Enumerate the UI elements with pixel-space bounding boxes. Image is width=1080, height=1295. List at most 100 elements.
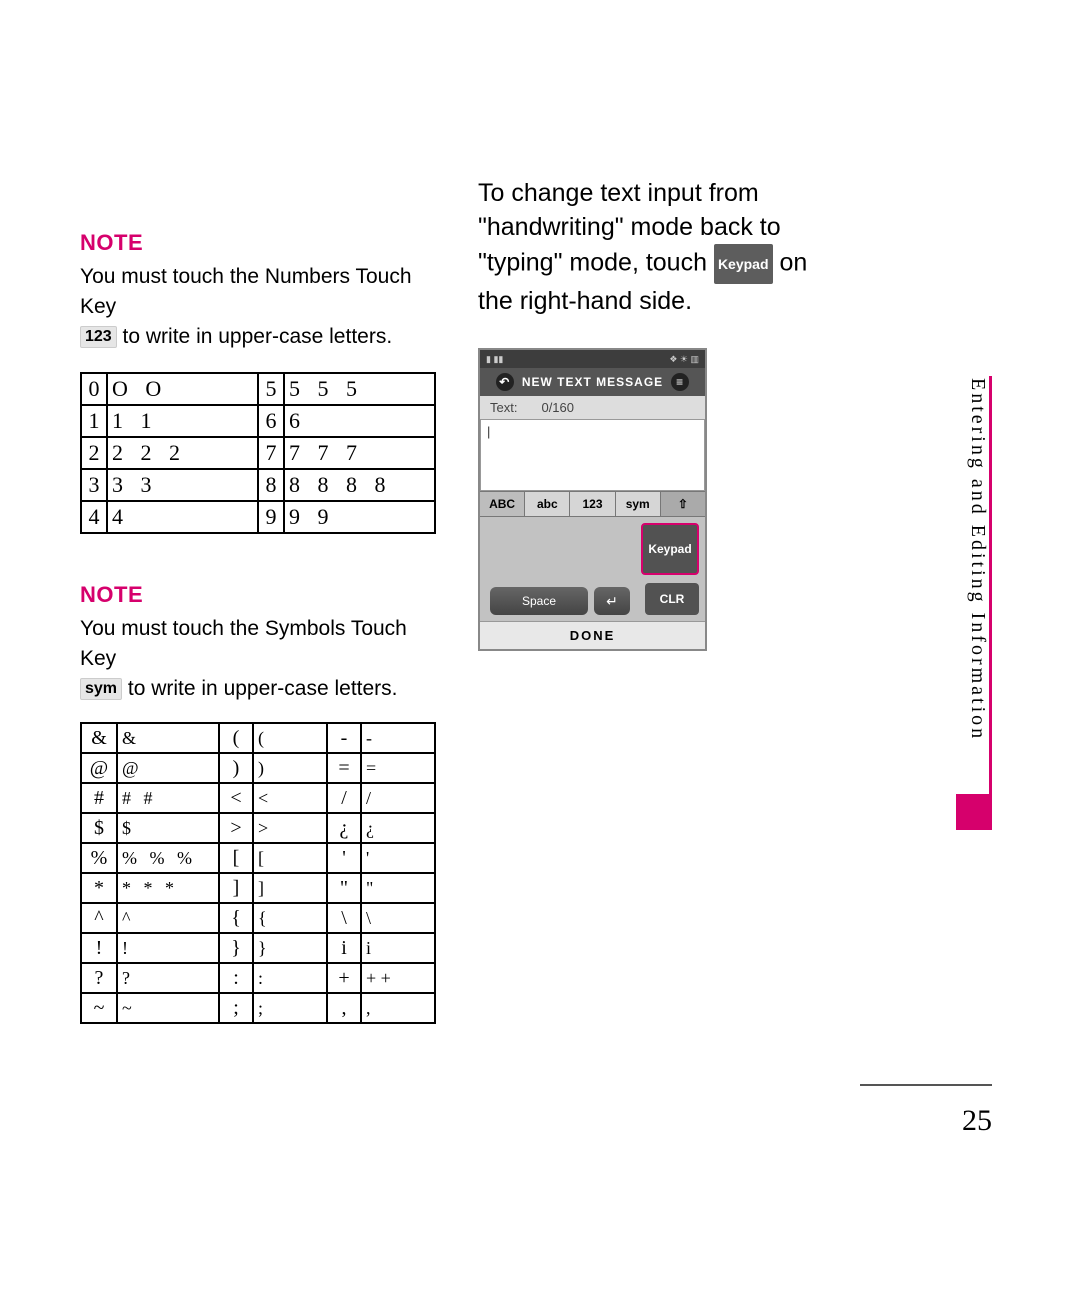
table-row: &&((-- xyxy=(81,723,435,753)
table-row: !!}}ii xyxy=(81,933,435,963)
table-row: %% % %[['' xyxy=(81,843,435,873)
sym-strokes: ; xyxy=(253,993,327,1023)
handwriting-area[interactable]: Keypad CLR Space ↵ xyxy=(480,517,705,621)
sym-key: , xyxy=(327,993,361,1023)
num-key: 2 xyxy=(81,437,107,469)
table-row: ^^{{\\ xyxy=(81,903,435,933)
num-key: 5 xyxy=(258,373,284,405)
table-row: ## #<<// xyxy=(81,783,435,813)
sym-key: = xyxy=(327,753,361,783)
sym-key: ¿ xyxy=(327,813,361,843)
sym-key: # xyxy=(81,783,117,813)
sym-strokes: / xyxy=(361,783,435,813)
clr-button[interactable]: CLR xyxy=(645,583,699,615)
sym-key: + xyxy=(327,963,361,993)
num-strokes: 7 7 7 xyxy=(284,437,435,469)
keypad-button[interactable]: Keypad xyxy=(641,523,699,575)
note-heading-2: NOTE xyxy=(80,582,438,608)
menu-icon[interactable]: ≡ xyxy=(671,373,689,391)
num-strokes: 5 5 5 xyxy=(284,373,435,405)
sym-key: " xyxy=(327,873,361,903)
sym-key: ( xyxy=(219,723,253,753)
sym-strokes: \ xyxy=(361,903,435,933)
status-bar: ▮ ▮▮ ❖ ☀ ▥ xyxy=(480,350,705,368)
mode-sym[interactable]: sym xyxy=(616,492,661,516)
sym-key: % xyxy=(81,843,117,873)
num-key: 7 xyxy=(258,437,284,469)
sym-key: ! xyxy=(81,933,117,963)
footer-separator xyxy=(860,1084,992,1086)
sym-key: ^ xyxy=(81,903,117,933)
sym-strokes: [ xyxy=(253,843,327,873)
table-row: ** * *]]"" xyxy=(81,873,435,903)
title-bar: ↶ NEW TEXT MESSAGE ≡ xyxy=(480,368,705,396)
manual-page: NOTE You must touch the Numbers Touch Ke… xyxy=(0,0,1080,1295)
num-key: 1 xyxy=(81,405,107,437)
sym-strokes: ] xyxy=(253,873,327,903)
done-button[interactable]: DONE xyxy=(480,621,705,649)
sym-key: $ xyxy=(81,813,117,843)
num-strokes: 6 xyxy=(284,405,435,437)
mode-abc-lower[interactable]: abc xyxy=(525,492,570,516)
sym-strokes: + + xyxy=(361,963,435,993)
screen-title: NEW TEXT MESSAGE xyxy=(522,375,663,389)
num-strokes: 4 xyxy=(107,501,258,533)
sym-strokes: ? xyxy=(117,963,219,993)
sym-strokes: ^ xyxy=(117,903,219,933)
phone-screenshot: ▮ ▮▮ ❖ ☀ ▥ ↶ NEW TEXT MESSAGE ≡ Text: 0/… xyxy=(478,348,707,651)
space-button[interactable]: Space xyxy=(490,587,588,615)
sym-key: * xyxy=(81,873,117,903)
sym-strokes: $ xyxy=(117,813,219,843)
num-key: 8 xyxy=(258,469,284,501)
table-row: 4 4 9 9 9 xyxy=(81,501,435,533)
signal-icon: ▮ ▮▮ xyxy=(486,354,503,365)
table-row: ~~;;,, xyxy=(81,993,435,1023)
mode-abc-upper[interactable]: ABC xyxy=(480,492,525,516)
mode-shift[interactable]: ⇧ xyxy=(661,492,705,516)
num-key: 0 xyxy=(81,373,107,405)
back-icon[interactable]: ↶ xyxy=(496,373,514,391)
numbers-touch-key: 123 xyxy=(80,326,117,348)
status-right-icons: ❖ ☀ ▥ xyxy=(669,354,699,365)
sym-key: / xyxy=(327,783,361,813)
num-strokes: 8 8 8 8 xyxy=(284,469,435,501)
instruction-paragraph: To change text input from "handwriting" … xyxy=(478,176,828,318)
sym-key: - xyxy=(327,723,361,753)
enter-button[interactable]: ↵ xyxy=(594,587,630,615)
sym-strokes: ! xyxy=(117,933,219,963)
sym-strokes: , xyxy=(361,993,435,1023)
numbers-handwriting-table: 0 O O 5 5 5 5 1 1 1 6 6 2 2 2 2 7 7 7 7 xyxy=(80,372,436,534)
num-strokes: O O xyxy=(107,373,258,405)
symbols-handwriting-table: &&((-- @@))== ## #<<// $$>>¿¿ %% % %[[''… xyxy=(80,722,436,1024)
sym-key: ; xyxy=(219,993,253,1023)
sym-key: i xyxy=(327,933,361,963)
text-label: Text: xyxy=(490,400,517,415)
sym-key: @ xyxy=(81,753,117,783)
note2-line1: You must touch the Symbols Touch Key xyxy=(80,617,407,670)
sym-strokes: # # xyxy=(117,783,219,813)
note1-line2: to write in upper-case letters. xyxy=(123,325,393,348)
sym-strokes: { xyxy=(253,903,327,933)
sym-strokes: " xyxy=(361,873,435,903)
sym-key: { xyxy=(219,903,253,933)
char-counter: 0/160 xyxy=(541,400,574,415)
sym-strokes: ~ xyxy=(117,993,219,1023)
sym-strokes: > xyxy=(253,813,327,843)
sym-key: & xyxy=(81,723,117,753)
sym-key: ] xyxy=(219,873,253,903)
right-column: To change text input from "handwriting" … xyxy=(478,176,828,651)
sym-key: < xyxy=(219,783,253,813)
mode-123[interactable]: 123 xyxy=(570,492,615,516)
sym-strokes: @ xyxy=(117,753,219,783)
table-row: 3 3 3 8 8 8 8 8 xyxy=(81,469,435,501)
sym-strokes: } xyxy=(253,933,327,963)
message-textarea[interactable]: | xyxy=(480,419,705,491)
sym-key: ? xyxy=(81,963,117,993)
num-key: 4 xyxy=(81,501,107,533)
sym-key: > xyxy=(219,813,253,843)
sym-key: ~ xyxy=(81,993,117,1023)
section-title: Entering and Editing Information xyxy=(966,376,989,816)
num-strokes: 1 1 xyxy=(107,405,258,437)
sym-strokes: % % % xyxy=(117,843,219,873)
sym-strokes: ¿ xyxy=(361,813,435,843)
